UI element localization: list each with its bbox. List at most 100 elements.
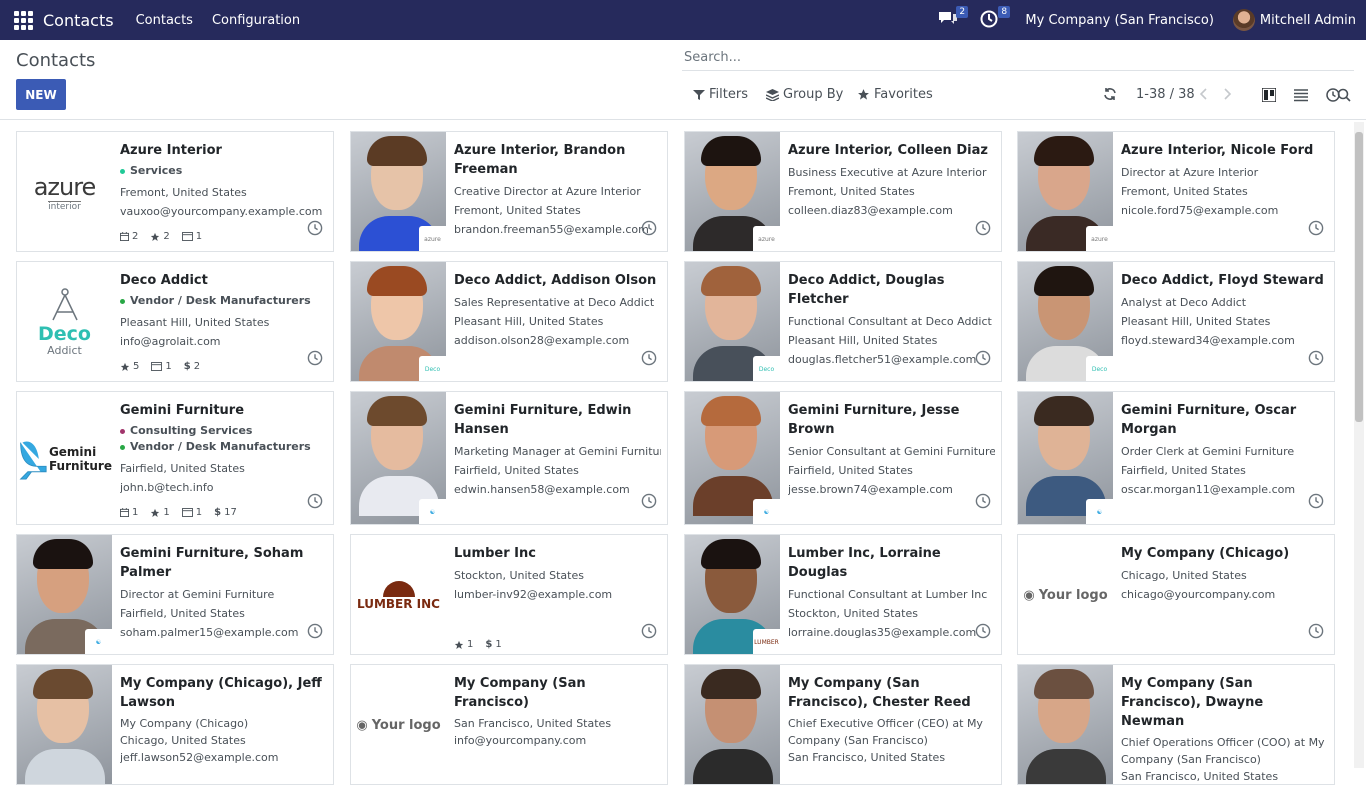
contact-card[interactable]: azure Azure Interior, Colleen Diaz Busines… <box>684 131 1002 252</box>
contact-card[interactable]: ☯ Gemini Furniture, Jesse Brown Senior Con… <box>684 391 1002 525</box>
contact-card[interactable]: Deco Deco Addict, Douglas Fletcher Functio… <box>684 261 1002 382</box>
contact-name: Azure Interior, Colleen Diaz <box>788 143 988 158</box>
contact-card[interactable]: My Company (San Francisco), Chester Reed… <box>684 664 1002 785</box>
contact-name: Azure Interior, Nicole Ford <box>1121 143 1314 158</box>
contact-detail-line: jesse.brown74@example.com <box>788 483 953 496</box>
activity-clock-icon[interactable] <box>1308 220 1324 240</box>
contact-detail-line: Fremont, United States <box>454 204 581 217</box>
contact-card[interactable]: Gemini Furniture Gemini Furniture Consultin… <box>16 391 334 525</box>
list-view-icon[interactable] <box>1294 88 1308 102</box>
contact-card[interactable]: Deco Deco Addict, Floyd Steward Analyst at… <box>1017 261 1335 382</box>
star-counter[interactable]: 5 <box>120 357 139 376</box>
card-counter[interactable]: 1 <box>151 357 172 376</box>
activity-clock-icon[interactable] <box>307 493 323 513</box>
card-image: ☯ <box>1018 392 1113 524</box>
contact-card[interactable]: ◉ Your logo My Company (Chicago) Chicago, U… <box>1017 534 1335 655</box>
card-image: ☯ <box>17 535 112 654</box>
contact-detail-line: Senior Consultant at Gemini Furniture <box>788 445 995 458</box>
contact-card[interactable]: My Company (Chicago), Jeff Lawson My Comp… <box>16 664 334 785</box>
dollar-counter[interactable]: $17 <box>214 503 237 522</box>
group-by-button[interactable]: Group By <box>766 87 843 102</box>
contact-card[interactable]: ◉ Your logo My Company (San Francisco) San … <box>350 664 668 785</box>
activity-clock-icon[interactable] <box>975 350 991 370</box>
page-title: Contacts <box>16 50 96 71</box>
chevron-right-icon[interactable] <box>1222 88 1232 100</box>
contact-detail-line: Fremont, United States <box>120 186 247 199</box>
contact-detail-line: Fairfield, United States <box>454 464 579 477</box>
clock-icon <box>980 10 998 28</box>
messages-button[interactable]: 2 <box>937 6 969 31</box>
activity-clock-icon[interactable] <box>975 493 991 513</box>
company-mini-logo: Deco <box>1086 356 1113 381</box>
filters-button[interactable]: Filters <box>693 87 748 102</box>
contact-name: Lumber Inc <box>454 546 536 561</box>
refresh-icon[interactable] <box>1103 87 1117 101</box>
company-mini-logo: ☯ <box>85 629 112 654</box>
new-button[interactable]: NEW <box>16 79 66 110</box>
contact-card[interactable]: azure Azure Interior, Brandon Freeman Crea… <box>350 131 668 252</box>
activity-clock-icon[interactable] <box>1308 623 1324 643</box>
user-avatar[interactable] <box>1232 9 1255 31</box>
activity-clock-icon[interactable] <box>975 623 991 643</box>
activity-clock-icon[interactable] <box>641 220 657 240</box>
activity-clock-icon[interactable] <box>1308 350 1324 370</box>
contact-card[interactable]: azure interior Azure Interior Services Fremo… <box>16 131 334 252</box>
kanban-view-icon[interactable] <box>1262 88 1276 102</box>
pager-value[interactable]: 1-38 / 38 <box>1136 87 1195 102</box>
activity-clock-icon[interactable] <box>975 220 991 240</box>
dollar-counter[interactable]: $1 <box>485 635 501 654</box>
contact-card[interactable]: Deco Deco Addict, Addison Olson Sales Repr… <box>350 261 668 382</box>
contact-card[interactable]: azure Azure Interior, Nicole Ford Director… <box>1017 131 1335 252</box>
contact-name: Deco Addict, Douglas Fletcher <box>788 273 945 307</box>
contact-card[interactable]: ☯ Gemini Furniture, Soham Palmer Director … <box>16 534 334 655</box>
calendar-counter[interactable]: 2 <box>120 227 138 246</box>
scrollbar[interactable] <box>1354 122 1364 768</box>
activity-clock-icon[interactable] <box>307 220 323 240</box>
contact-card[interactable]: LUMBER INC Lumber Inc Stockton, United Sta… <box>350 534 668 655</box>
contact-card[interactable]: ☯ Gemini Furniture, Oscar Morgan Order Cle… <box>1017 391 1335 525</box>
card-counter[interactable]: 1 <box>181 503 202 522</box>
contact-card[interactable]: ☯ Gemini Furniture, Edwin Hansen Marketing… <box>350 391 668 525</box>
contact-name: Deco Addict, Addison Olson <box>454 273 657 288</box>
contact-detail-line: addison.olson28@example.com <box>454 334 630 347</box>
dollar-counter[interactable]: $2 <box>184 357 200 376</box>
layers-icon <box>766 88 779 101</box>
app-brand[interactable]: Contacts <box>43 11 114 30</box>
activity-view-icon[interactable] <box>1326 88 1340 102</box>
star-icon <box>858 89 869 100</box>
tag-color-dot <box>120 444 125 450</box>
contact-detail-line: Fairfield, United States <box>120 607 245 620</box>
search-input[interactable]: Search... <box>682 45 1354 71</box>
app-menu-icon[interactable] <box>12 9 34 31</box>
activity-clock-icon[interactable] <box>1308 493 1324 513</box>
activity-clock-icon[interactable] <box>307 350 323 370</box>
card-stats: 1 1 1 $17 <box>120 503 327 522</box>
contact-card[interactable]: LUMBER Lumber Inc, Lorraine Douglas Functi… <box>684 534 1002 655</box>
category-tag: Vendor / Desk Manufacturers <box>120 439 327 455</box>
company-switcher[interactable]: My Company (San Francisco) <box>1025 13 1213 28</box>
activity-clock-icon[interactable] <box>307 623 323 643</box>
activities-button[interactable]: 8 <box>979 6 1011 31</box>
activity-clock-icon[interactable] <box>641 623 657 643</box>
favorites-button[interactable]: Favorites <box>857 87 933 102</box>
star-counter[interactable]: 1 <box>454 635 473 654</box>
activity-clock-icon[interactable] <box>641 493 657 513</box>
card-counter[interactable]: 1 <box>181 227 202 246</box>
contact-detail-line: San Francisco, United States <box>454 717 612 730</box>
contact-card[interactable]: Deco Addict Deco Addict Vendor / Desk Manuf… <box>16 261 334 382</box>
activity-clock-icon[interactable] <box>641 350 657 370</box>
menu-configuration[interactable]: Configuration <box>212 13 300 28</box>
star-counter[interactable]: 1 <box>150 503 170 522</box>
contact-detail-line: nicole.ford75@example.com <box>1121 204 1279 217</box>
contact-name: Gemini Furniture, Jesse Brown <box>788 403 960 437</box>
filters-label: Filters <box>709 87 748 102</box>
scrollbar-thumb[interactable] <box>1355 132 1363 422</box>
user-menu[interactable]: Mitchell Admin <box>1260 13 1356 28</box>
star-counter[interactable]: 2 <box>150 227 170 246</box>
contact-detail-line: Pleasant Hill, United States <box>1121 315 1271 328</box>
contact-card[interactable]: My Company (San Francisco), Dwayne Newma… <box>1017 664 1335 785</box>
menu-contacts[interactable]: Contacts <box>136 13 193 28</box>
chevron-left-icon[interactable] <box>1199 88 1209 100</box>
tag-color-dot <box>120 428 125 434</box>
calendar-counter[interactable]: 1 <box>120 503 138 522</box>
